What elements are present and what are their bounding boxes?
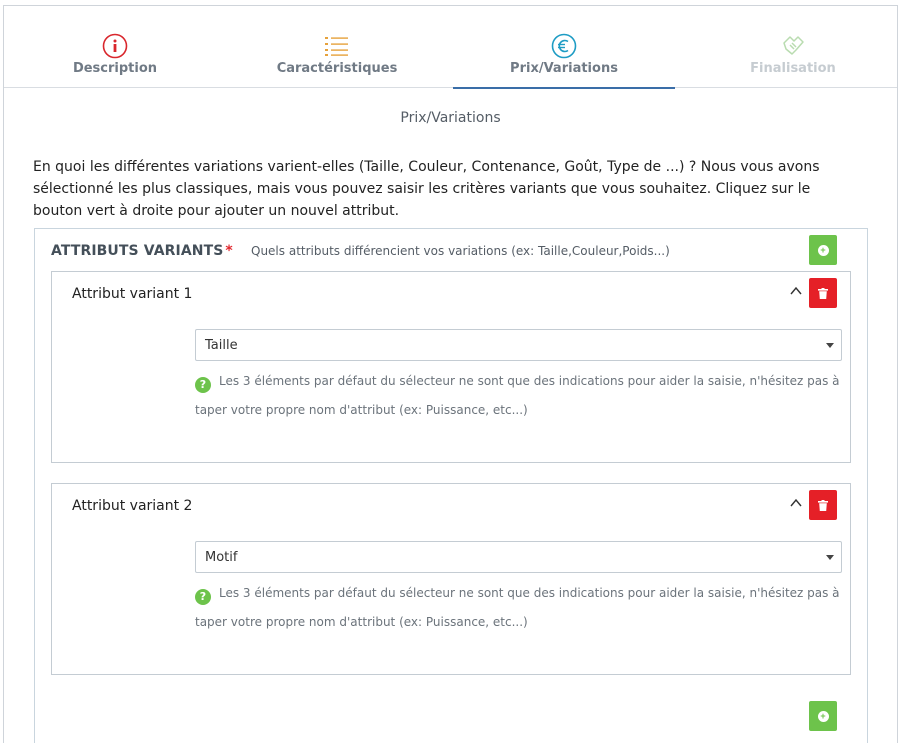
plus-icon: + xyxy=(817,244,829,256)
collapse-chevron-icon[interactable] xyxy=(789,284,803,298)
tab-description[interactable]: Description xyxy=(4,6,226,88)
attribute-select[interactable]: Motif xyxy=(195,541,842,573)
page-subtitle: Prix/Variations xyxy=(400,110,501,126)
tab-label: Caractéristiques xyxy=(276,61,398,76)
tab-caracteristiques[interactable]: Caractéristiques xyxy=(226,6,448,88)
attribute-card-1: Attribut variant 1 Taille ? Les 3 élément… xyxy=(51,271,851,463)
delete-attribute-button[interactable] xyxy=(809,490,837,520)
panel-title-text: ATTRIBUTS VARIANTS xyxy=(51,243,224,259)
attribute-card-2: Attribut variant 2 Motif ? Les 3 éléments… xyxy=(51,483,851,675)
panel-title: ATTRIBUTS VARIANTS * xyxy=(51,243,233,259)
caret-down-icon xyxy=(826,343,834,348)
help-text: Les 3 éléments par défaut du sélecteur n… xyxy=(195,586,840,629)
tab-label: Finalisation xyxy=(750,61,836,76)
select-value: Taille xyxy=(205,338,238,353)
attribute-select[interactable]: Taille xyxy=(195,329,842,361)
info-circle-icon xyxy=(102,32,128,60)
list-icon xyxy=(324,32,350,60)
help-question-icon: ? xyxy=(195,588,211,605)
tab-label: Prix/Variations xyxy=(510,61,618,76)
variant-attributes-panel: ATTRIBUTS VARIANTS * Quels attributs diff… xyxy=(34,228,868,743)
required-mark: * xyxy=(225,243,233,259)
collapse-chevron-icon[interactable] xyxy=(789,496,803,510)
tab-prix-variations[interactable]: Prix/Variations xyxy=(453,6,675,89)
tab-label: Description xyxy=(72,61,158,76)
help-text: Les 3 éléments par défaut du sélecteur n… xyxy=(195,374,840,417)
plus-icon: + xyxy=(817,710,829,722)
intro-text: En quoi les différentes variations varie… xyxy=(33,159,820,219)
select-value: Motif xyxy=(205,550,238,565)
attribute-help: ? Les 3 éléments par défaut du sélecteur … xyxy=(195,367,845,425)
attribute-title: Attribut variant 2 xyxy=(72,498,193,514)
trash-icon xyxy=(818,499,828,511)
attribute-title: Attribut variant 1 xyxy=(72,286,193,302)
euro-icon xyxy=(551,32,577,60)
tab-finalisation[interactable]: Finalisation xyxy=(682,6,904,88)
add-attribute-button-bottom[interactable]: + xyxy=(809,701,837,731)
attribute-help: ? Les 3 éléments par défaut du sélecteur … xyxy=(195,579,845,637)
wizard-tabs: Description Caractéristiques Prix/Variat… xyxy=(4,6,897,89)
delete-attribute-button[interactable] xyxy=(809,278,837,308)
caret-down-icon xyxy=(826,555,834,560)
help-question-icon: ? xyxy=(195,376,211,393)
add-attribute-button-top[interactable]: + xyxy=(809,235,837,265)
trash-icon xyxy=(818,287,828,299)
wizard-frame: Description Caractéristiques Prix/Variat… xyxy=(3,5,898,743)
panel-hint: Quels attributs différencient vos variat… xyxy=(251,244,670,258)
handshake-icon xyxy=(780,32,806,60)
